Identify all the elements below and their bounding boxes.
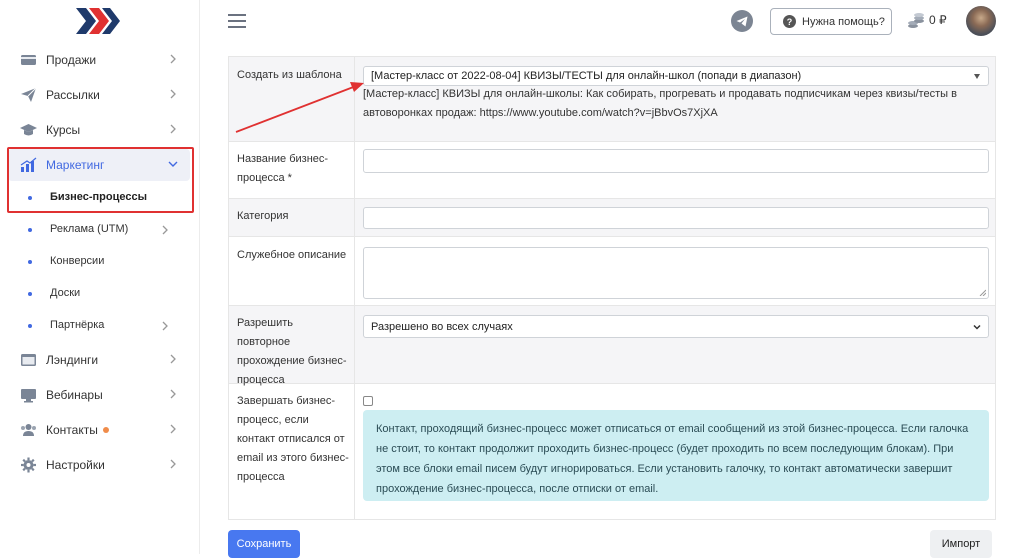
template-description: [Мастер-класс] КВИЗЫ для онлайн-школы: К… bbox=[363, 88, 957, 119]
help-button-label: Нужна помощь? bbox=[802, 15, 885, 28]
category-input[interactable] bbox=[363, 207, 989, 229]
category-label: Категория bbox=[237, 210, 289, 222]
form-row-name: Название бизнес-процесса * bbox=[229, 142, 995, 199]
sidebar-subitem-boards[interactable]: Доски bbox=[8, 281, 190, 307]
chevron-right-icon bbox=[162, 321, 168, 331]
bullet-dot bbox=[28, 260, 32, 264]
sidebar-item-label: Настройки bbox=[46, 458, 105, 472]
bullet-dot bbox=[28, 228, 32, 232]
chevron-right-icon bbox=[170, 124, 176, 134]
bullet-dot bbox=[28, 324, 32, 328]
sidebar-item-contacts[interactable]: Контакты bbox=[8, 414, 190, 446]
sidebar-subitem-label: Конверсии bbox=[50, 255, 105, 267]
sidebar-item-label: Вебинары bbox=[46, 388, 103, 402]
sidebar-item-webinars[interactable]: Вебинары bbox=[8, 379, 190, 411]
finish-label: Завершать бизнес-процесс, если контакт о… bbox=[237, 395, 349, 483]
users-icon bbox=[21, 424, 36, 436]
finish-checkbox[interactable] bbox=[363, 396, 373, 406]
description-textarea[interactable] bbox=[363, 247, 989, 299]
name-input[interactable] bbox=[363, 149, 989, 173]
dropdown-arrow-icon bbox=[974, 74, 980, 79]
sidebar-item-label: Лэндинги bbox=[46, 353, 99, 367]
sidebar-item-label: Продажи bbox=[46, 53, 97, 67]
sidebar-subitem-conversions[interactable]: Конверсии bbox=[8, 249, 190, 275]
sidebar-item-label: Курсы bbox=[46, 123, 81, 137]
hamburger-menu-icon[interactable] bbox=[228, 13, 246, 29]
chevron-right-icon bbox=[170, 459, 176, 469]
sidebar-subitem-label: Реклама (UTM) bbox=[50, 223, 129, 235]
notification-dot bbox=[102, 427, 109, 433]
chevron-right-icon bbox=[170, 424, 176, 434]
sidebar-item-landings[interactable]: Лэндинги bbox=[8, 344, 190, 376]
sidebar-item-mailings[interactable]: Рассылки bbox=[8, 79, 190, 111]
sidebar-subitem-label: Партнёрка bbox=[50, 319, 105, 331]
balance-value: 0 ₽ bbox=[929, 13, 947, 27]
form-row-description: Служебное описание bbox=[229, 237, 995, 306]
form-row-finish: Завершать бизнес-процесс, если контакт о… bbox=[229, 384, 995, 520]
template-select-value: [Мастер-класс от 2022-08-04] КВИЗЫ/ТЕСТЫ… bbox=[371, 70, 802, 82]
telegram-button[interactable] bbox=[731, 10, 753, 32]
form-row-repeat: Разрешить повторное прохождение бизнес-п… bbox=[229, 306, 995, 386]
logo[interactable] bbox=[76, 8, 120, 39]
sidebar-item-settings[interactable]: Настройки bbox=[8, 449, 190, 481]
card-icon bbox=[21, 55, 36, 65]
help-button[interactable]: ? Нужна помощь? bbox=[770, 8, 892, 35]
resize-handle-icon[interactable] bbox=[979, 289, 986, 296]
bullet-dot bbox=[28, 292, 32, 296]
repeat-label: Разрешить повторное прохождение бизнес-п… bbox=[237, 317, 347, 386]
browser-window-icon bbox=[21, 354, 36, 366]
chevron-right-icon bbox=[162, 225, 168, 235]
sidebar-subitem-ads-utm[interactable]: Реклама (UTM) bbox=[8, 217, 190, 243]
telegram-icon bbox=[736, 16, 748, 26]
chevron-down-icon bbox=[973, 324, 981, 330]
graduation-cap-icon bbox=[20, 124, 37, 136]
sidebar-item-sales[interactable]: Продажи bbox=[8, 44, 190, 76]
sidebar-subitem-label: Доски bbox=[50, 287, 81, 299]
chevron-right-icon bbox=[170, 54, 176, 64]
sidebar-item-courses[interactable]: Курсы bbox=[8, 114, 190, 146]
question-icon: ? bbox=[783, 15, 796, 28]
sidebar-item-label: Рассылки bbox=[46, 88, 100, 102]
chevron-right-icon bbox=[170, 89, 176, 99]
chevron-right-icon bbox=[170, 354, 176, 364]
sidebar-subitem-affiliate[interactable]: Партнёрка bbox=[8, 313, 190, 339]
template-select[interactable]: [Мастер-класс от 2022-08-04] КВИЗЫ/ТЕСТЫ… bbox=[363, 66, 989, 86]
logo-chevrons-icon bbox=[76, 8, 120, 34]
coins-icon bbox=[908, 13, 924, 28]
annotation-arrow-icon bbox=[235, 82, 364, 133]
sidebar: Продажи Рассылки Курсы Маркетинг Бизнес-… bbox=[0, 0, 200, 554]
finish-info-box: Контакт, проходящий бизнес-процесс может… bbox=[363, 410, 989, 501]
repeat-select-value: Разрешено во всех случаях bbox=[371, 320, 513, 333]
description-label: Служебное описание bbox=[237, 249, 347, 261]
name-label: Название бизнес-процесса * bbox=[237, 153, 329, 184]
repeat-select[interactable]: Разрешено во всех случаях bbox=[363, 315, 989, 338]
highlight-box bbox=[7, 147, 194, 213]
avatar[interactable] bbox=[966, 6, 996, 36]
sidebar-item-label: Контакты bbox=[46, 423, 109, 437]
form-row-category: Категория bbox=[229, 199, 995, 237]
gear-icon bbox=[21, 457, 36, 473]
paper-plane-icon bbox=[21, 87, 37, 102]
chevron-right-icon bbox=[170, 389, 176, 399]
monitor-icon bbox=[21, 389, 36, 403]
